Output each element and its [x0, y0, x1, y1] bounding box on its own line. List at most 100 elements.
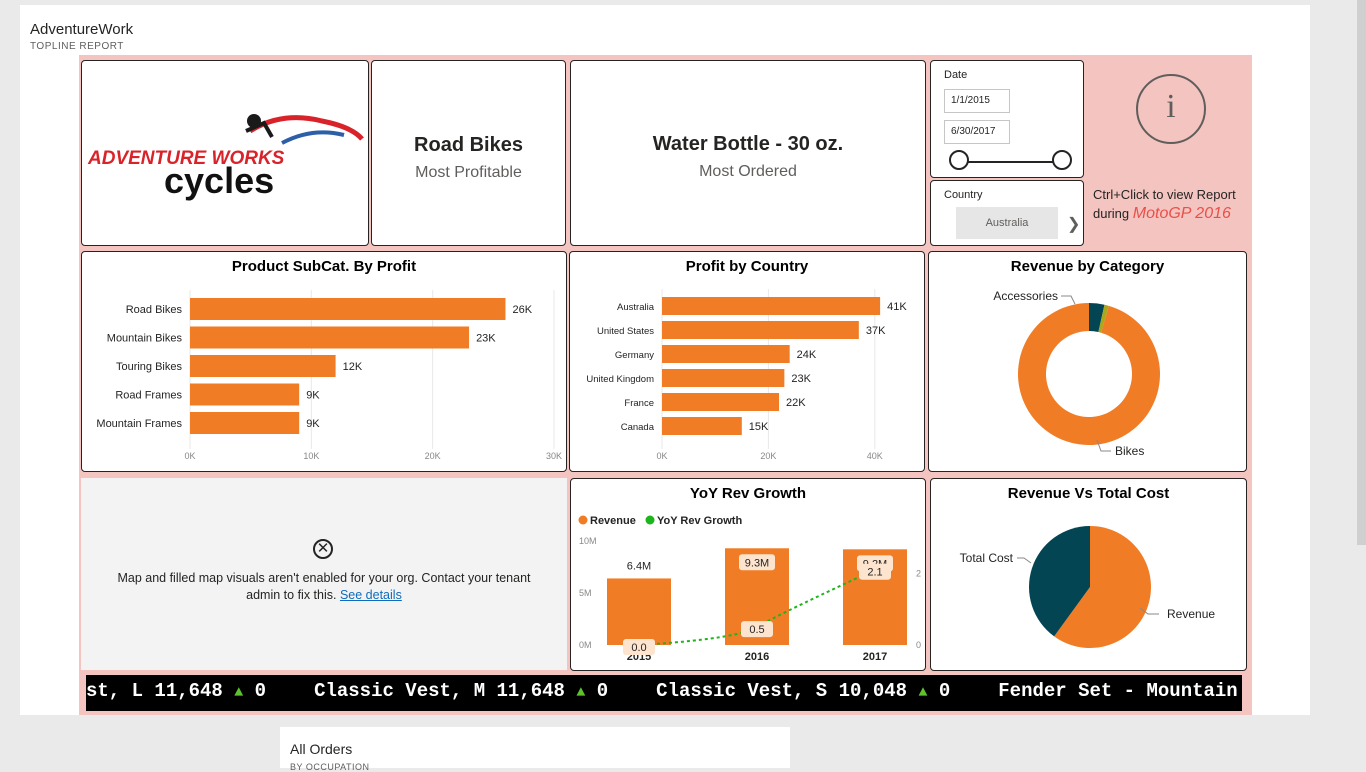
revenue-bar: [607, 578, 671, 645]
growth-data-label: 0.5: [749, 624, 764, 636]
date-end-input[interactable]: 6/30/2017: [944, 120, 1010, 144]
data-label: 9K: [306, 390, 320, 402]
ticker-item: Classic Vest, M 11,648 ▲ 0: [314, 680, 608, 702]
up-arrow-icon: ▲: [576, 684, 586, 701]
ticker-item: Classic Vest, S 10,048 ▲ 0: [656, 680, 950, 702]
product-ticker: st, L 11,648 ▲ 0 Classic Vest, M 11,648 ▲…: [86, 675, 1242, 711]
y-tick-label: 10M: [579, 536, 597, 546]
ticker-text: st, L 11,648 ▲ 0 Classic Vest, M 11,648 ▲…: [86, 680, 1242, 702]
leader-line: [1017, 557, 1032, 564]
chart-title: Profit by Country: [685, 258, 809, 275]
see-details-link[interactable]: See details: [340, 588, 402, 602]
chart-yoy-growth: YoY Rev Growth Revenue YoY Rev Growth 0M 5M…: [570, 478, 926, 671]
x-tick-label: 20K: [425, 451, 441, 461]
moto-gp-link-text[interactable]: Ctrl+Click to view Report during MotoGP …: [1093, 185, 1236, 223]
subcat-profit-plot: Road Bikes 26K Mountain Bikes 23K Touring Bi…: [96, 290, 562, 461]
error-close-icon: ✕: [313, 539, 333, 559]
chart-subcat-profit: Product SubCat. By Profit Road Bikes 26K M…: [81, 251, 567, 472]
date-slider-start-handle[interactable]: [949, 150, 969, 170]
bar: [190, 355, 336, 377]
bar: [190, 326, 470, 349]
legend-label: Revenue: [590, 515, 636, 527]
data-label: 23K: [791, 373, 811, 385]
bar: [662, 369, 785, 387]
x-tick-label: 0K: [656, 451, 667, 461]
slice-label: Accessories: [993, 289, 1058, 303]
revenue-cost-plot: Revenue Total Cost: [960, 526, 1215, 648]
x-tick-label: 40K: [867, 451, 883, 461]
data-label: 41K: [887, 301, 907, 313]
growth-data-label: 0.0: [631, 642, 646, 654]
x-tick-label: 20K: [760, 451, 776, 461]
date-slicer: Date 1/1/2015 6/30/2017: [930, 60, 1084, 178]
revenue-data-label: 9.3M: [745, 557, 769, 569]
ticker-product-name: Classic Vest, M: [314, 680, 497, 702]
info-icon[interactable]: i: [1136, 74, 1206, 144]
date-slider-end-handle[interactable]: [1052, 150, 1072, 170]
kpi-profit-value: Road Bikes: [414, 134, 523, 156]
ticker-value: 11,648: [154, 680, 235, 702]
data-label: 22K: [786, 397, 806, 409]
legend-label: YoY Rev Growth: [657, 515, 742, 527]
up-arrow-icon: ▲: [234, 684, 244, 701]
date-start-input[interactable]: 1/1/2015: [944, 89, 1010, 113]
y2-tick-label: 0: [916, 640, 921, 650]
ticker-product-name: st, L: [86, 680, 155, 702]
next-page-card[interactable]: All Orders BY OCCUPATION: [280, 727, 790, 772]
during-label: during: [1093, 206, 1130, 221]
slice-label: Bikes: [1115, 444, 1144, 458]
chevron-right-icon[interactable]: ❯: [1067, 214, 1080, 234]
kpi-orders-label: Most Ordered: [699, 163, 797, 180]
category-label: United Kingdom: [586, 374, 654, 385]
x-tick-label: 30K: [546, 451, 562, 461]
ticker-change: 0: [243, 680, 267, 702]
chart-profit-country: Profit by Country Australia 41K United Sta…: [569, 251, 925, 472]
kpi-orders-value: Water Bottle - 30 oz.: [652, 133, 844, 155]
bar: [190, 383, 300, 406]
legend-marker-revenue: [578, 515, 588, 525]
category-label: United States: [597, 326, 654, 337]
bar: [662, 345, 790, 363]
category-label: Touring Bikes: [116, 361, 183, 373]
x-tick-label: 2017: [863, 651, 887, 663]
logo-card: ADVENTURE WORKS cycles: [81, 60, 369, 246]
category-label: France: [624, 398, 654, 409]
revenue-data-label: 6.4M: [627, 560, 651, 572]
ticker-product-name: Fender Set - Mountain: [998, 680, 1238, 702]
country-selected-value[interactable]: Australia: [956, 207, 1058, 239]
yoy-growth-plot: Revenue YoY Rev Growth0M5M10M022015 2016 20…: [578, 515, 921, 663]
country-slicer: Country Australia ❯: [930, 180, 1084, 246]
bar: [662, 297, 881, 315]
x-tick-label: 2016: [745, 651, 769, 663]
data-label: 12K: [343, 361, 363, 373]
category-label: Germany: [615, 350, 654, 361]
data-label: 9K: [306, 418, 320, 430]
data-label: 37K: [866, 325, 886, 337]
map-disabled-card: ✕ Map and filled map visuals aren't enab…: [81, 478, 567, 670]
date-slicer-label: Date: [944, 69, 968, 81]
app-subtitle: TOPLINE REPORT: [30, 41, 124, 52]
next-page-subtitle: BY OCCUPATION: [290, 762, 370, 772]
next-page-title: All Orders: [290, 741, 353, 757]
moto-gp-event: MotoGP 2016: [1132, 205, 1231, 222]
chart-title: Revenue Vs Total Cost: [1007, 485, 1170, 502]
kpi-profit-label: Most Profitable: [415, 164, 522, 181]
ticker-change: 0: [585, 680, 609, 702]
vertical-scrollbar[interactable]: [1357, 0, 1366, 545]
leader-line: [1061, 295, 1076, 305]
category-label: Canada: [621, 422, 655, 433]
bar: [190, 298, 506, 320]
ticker-product-name: Classic Vest, S: [656, 680, 839, 702]
map-error-message: Map and filled map visuals aren't enable…: [117, 571, 531, 602]
date-slider-track: [958, 161, 1062, 163]
app-title: AdventureWork: [30, 21, 134, 38]
category-label: Road Frames: [115, 390, 182, 402]
y2-tick-label: 2: [916, 568, 921, 578]
bar: [662, 393, 780, 411]
bar: [190, 412, 300, 434]
x-tick-label: 10K: [303, 451, 319, 461]
adventure-works-logo: ADVENTURE WORKS cycles: [87, 114, 364, 201]
data-label: 26K: [512, 304, 532, 316]
ticker-value: 11,648: [496, 680, 577, 702]
revenue-category-plot: Accessories Bikes: [993, 289, 1160, 458]
